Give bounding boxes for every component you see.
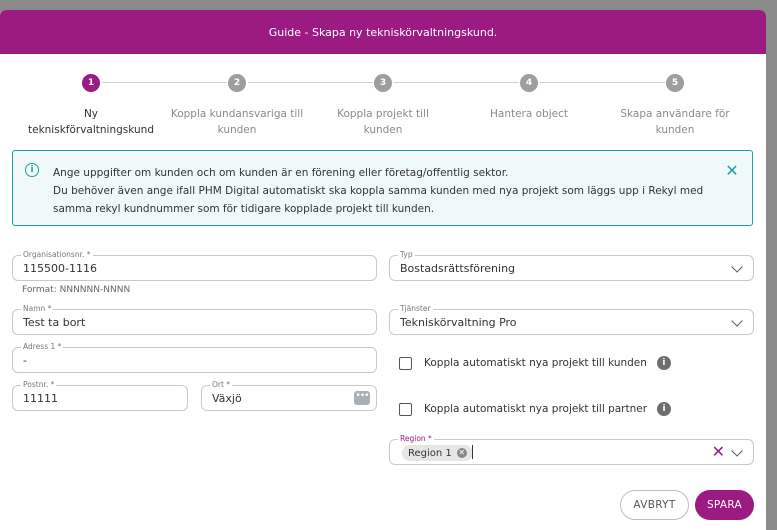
step-4-number: 4 <box>520 74 538 92</box>
org-number-label: Organisationsnr. * <box>21 250 93 259</box>
region-select[interactable]: Region * Region 1 ✕ ✕ <box>389 434 754 465</box>
auto-link-partner-checkbox[interactable] <box>399 402 412 416</box>
auto-link-customer-row: Koppla automatiskt nya projekt till kund… <box>399 355 671 371</box>
wizard-stepper: 1 Ny tekniskförvaltningskund 2 Koppla ku… <box>0 74 766 144</box>
name-field[interactable]: Namn * Test ta bort <box>12 304 377 335</box>
step-3-number: 3 <box>374 74 392 92</box>
step-3-label: Koppla projekt till kunden <box>337 108 429 136</box>
address-field[interactable]: Adress 1 * - <box>12 342 377 373</box>
cancel-button[interactable]: AVBRYT <box>620 490 689 520</box>
auto-link-customer-label: Koppla automatiskt nya projekt till kund… <box>424 357 647 369</box>
address-label: Adress 1 * <box>21 342 64 351</box>
org-number-field[interactable]: Organisationsnr. * 115500-1116 <box>12 250 377 281</box>
step-1-number: 1 <box>82 74 100 92</box>
tjanster-label: Tjänster <box>398 304 433 313</box>
more-dots-icon[interactable]: ••• <box>354 391 370 405</box>
create-customer-dialog: Guide - Skapa ny tekniskörvaltningskund.… <box>0 10 766 530</box>
auto-link-partner-label: Koppla automatiskt nya projekt till part… <box>424 403 648 415</box>
region-label: Region * <box>398 434 434 443</box>
tjanster-value: Tekniskörvaltning Pro <box>400 316 517 329</box>
step-2[interactable]: 2 Koppla kundansvariga till kunden <box>157 74 317 138</box>
step-5-label: Skapa användare för kunden <box>620 108 730 136</box>
auto-link-partner-row: Koppla automatiskt nya projekt till part… <box>399 401 672 417</box>
step-5-number: 5 <box>666 74 684 92</box>
tjanster-select[interactable]: Tjänster Tekniskörvaltning Pro <box>389 304 754 335</box>
text-caret <box>472 445 473 459</box>
chevron-down-icon <box>731 315 743 327</box>
auto-link-customer-checkbox[interactable] <box>399 356 412 370</box>
step-1[interactable]: 1 Ny tekniskförvaltningskund <box>11 74 171 138</box>
postnr-label: Postnr. * <box>21 380 57 389</box>
typ-select[interactable]: Typ Bostadsrättsförening <box>389 250 754 281</box>
org-number-value: 115500-1116 <box>23 262 97 275</box>
info-icon[interactable]: i <box>656 356 671 370</box>
info-icon[interactable]: i <box>657 402 672 416</box>
step-2-number: 2 <box>228 74 246 92</box>
region-chip: Region 1 ✕ <box>402 445 473 461</box>
info-alert: i Ange uppgifter om kunden och om kunden… <box>12 150 753 226</box>
address-value: - <box>23 354 27 367</box>
step-2-label: Koppla kundansvariga till kunden <box>170 108 304 136</box>
alert-text: Ange uppgifter om kunden och om kunden ä… <box>53 164 713 218</box>
typ-label: Typ <box>398 250 415 259</box>
step-4-label: Hantera object <box>489 108 568 120</box>
step-5[interactable]: 5 Skapa användare för kunden <box>595 74 755 138</box>
close-icon[interactable]: ✕ <box>724 163 740 179</box>
dialog-title: Guide - Skapa ny tekniskörvaltningskund. <box>268 25 498 39</box>
org-number-helper: Format: NNNNNN-NNNN <box>22 285 131 295</box>
ort-field[interactable]: Ort * Växjö ••• <box>201 380 377 411</box>
dialog-header: Guide - Skapa ny tekniskörvaltningskund. <box>0 10 766 54</box>
postnr-value: 11111 <box>23 392 58 405</box>
name-label: Namn * <box>21 304 54 313</box>
step-1-label: Ny tekniskförvaltningskund <box>28 108 154 136</box>
typ-value: Bostadsrättsförening <box>400 262 516 275</box>
chevron-down-icon <box>731 261 743 273</box>
step-4[interactable]: 4 Hantera object <box>449 74 609 122</box>
name-value: Test ta bort <box>23 316 86 329</box>
info-icon: i <box>25 163 39 177</box>
alert-line-1: Ange uppgifter om kunden och om kunden ä… <box>53 167 509 179</box>
chevron-down-icon[interactable] <box>731 445 743 457</box>
step-3[interactable]: 3 Koppla projekt till kunden <box>303 74 463 138</box>
ort-value: Växjö <box>212 392 242 405</box>
save-button[interactable]: SPARA <box>695 490 754 520</box>
postnr-field[interactable]: Postnr. * 11111 <box>12 380 188 411</box>
alert-line-2: Du behöver även ange ifall PHM Digital a… <box>53 185 704 215</box>
region-chip-label: Region 1 <box>408 447 452 459</box>
clear-icon[interactable]: ✕ <box>712 443 725 461</box>
remove-chip-icon[interactable]: ✕ <box>456 448 467 458</box>
ort-label: Ort * <box>210 380 233 389</box>
